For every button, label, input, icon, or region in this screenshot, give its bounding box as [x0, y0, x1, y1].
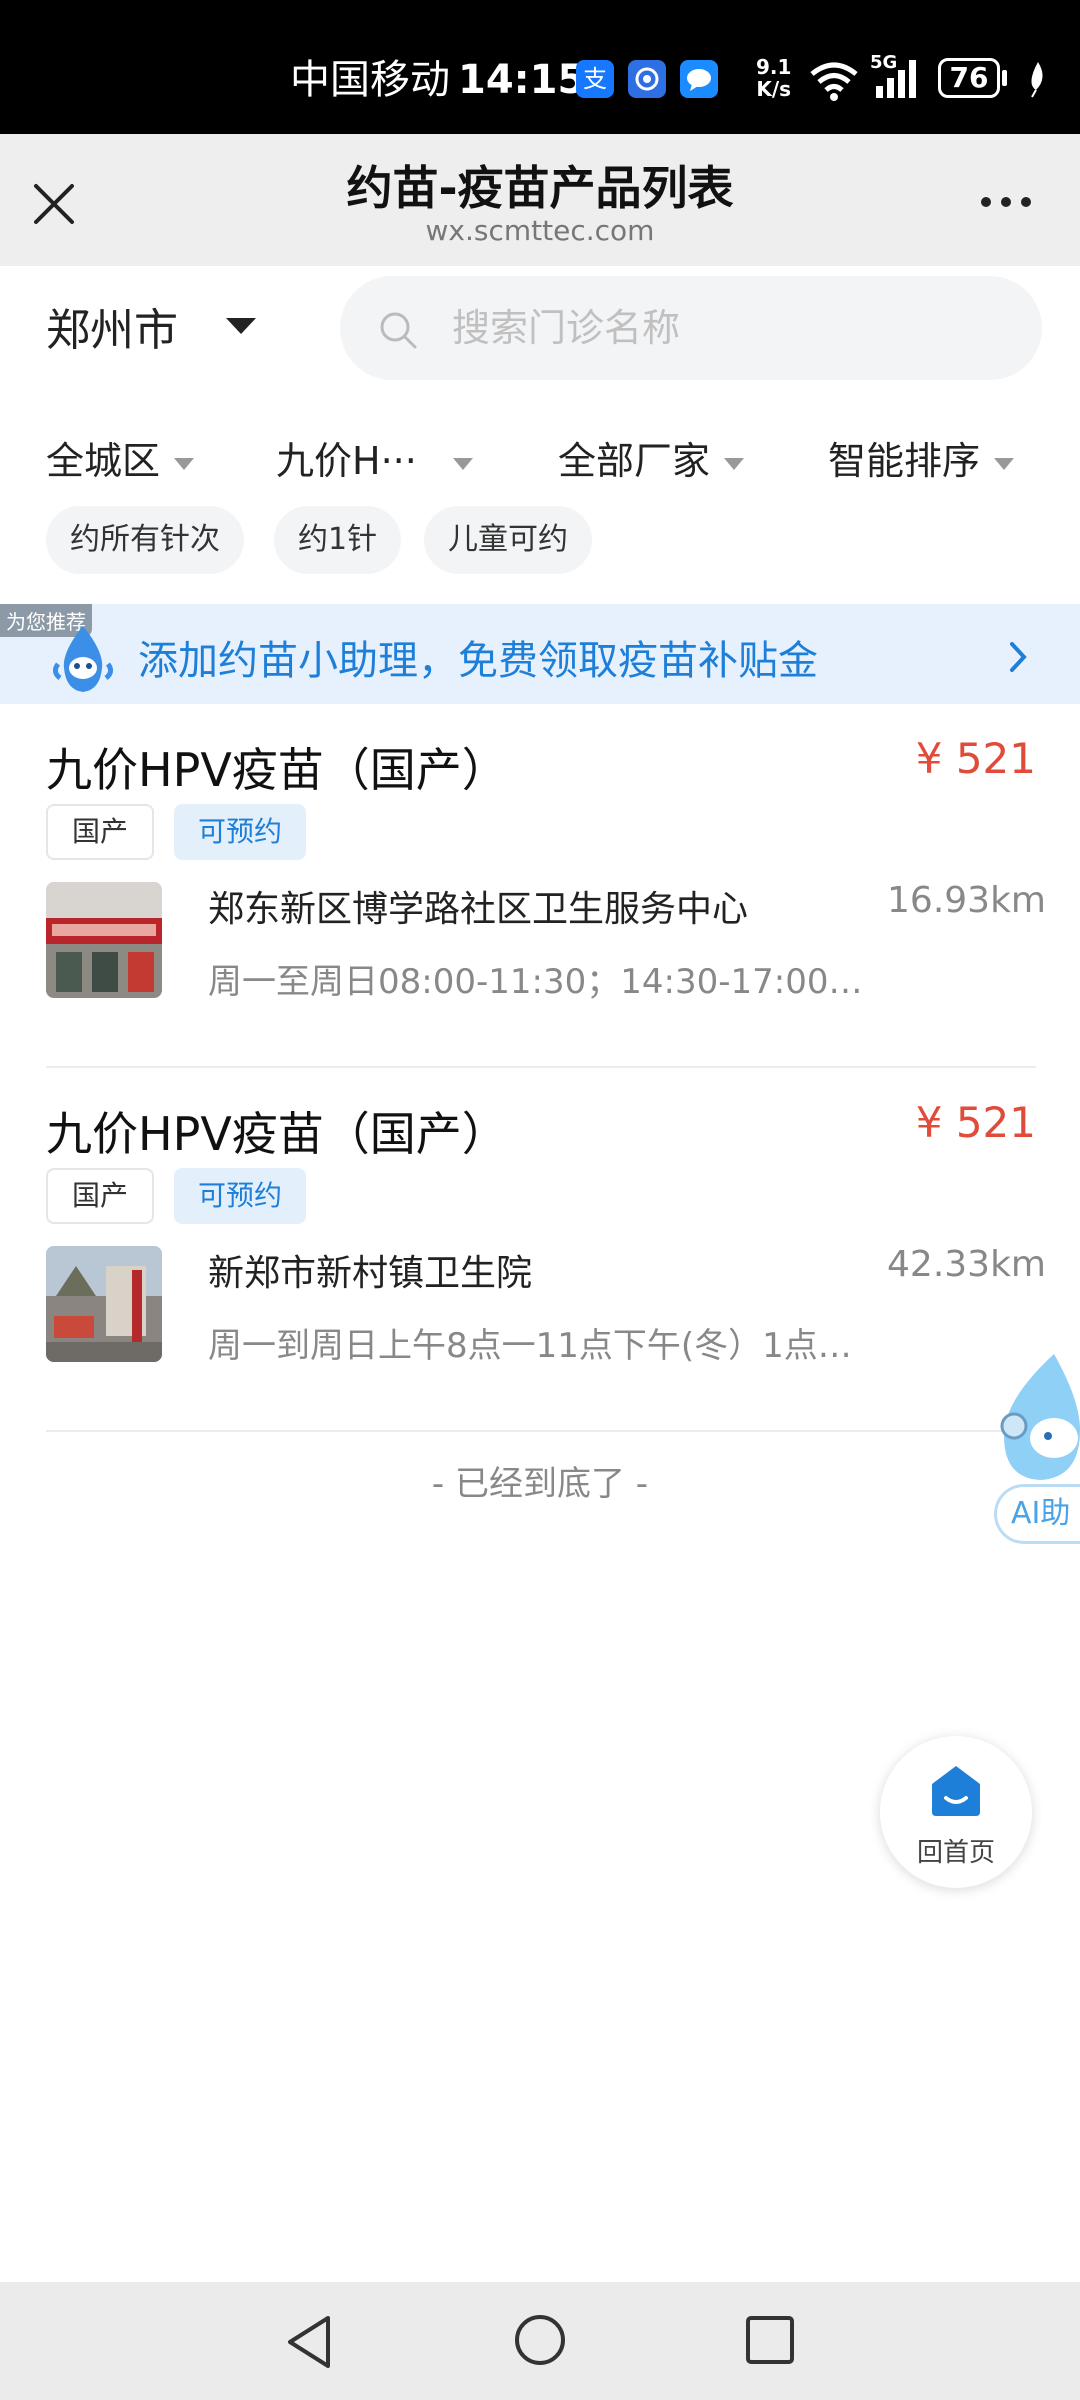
promo-banner[interactable]: 为您推荐 添加约苗小助理，免费领取疫苗补贴金	[0, 604, 1080, 704]
filter-label: 九价H···	[276, 439, 417, 483]
chevron-right-icon	[1010, 642, 1027, 672]
system-nav-bar	[0, 2282, 1080, 2400]
product-card[interactable]: 九价HPV疫苗（国产） ¥ 521 国产 可预约 新郑市新村镇卫生院 42.33…	[46, 1068, 1046, 1432]
filter-vaccine[interactable]: 九价H···	[276, 430, 473, 485]
divider	[46, 1430, 1036, 1432]
city-selector[interactable]: 郑州市	[46, 294, 178, 358]
recent-apps-icon[interactable]	[742, 2312, 798, 2368]
clinic-photo	[46, 882, 162, 998]
product-price: ¥ 521	[915, 734, 1036, 783]
battery-indicator: 76	[938, 58, 1000, 98]
clinic-distance: 16.93km	[887, 880, 1046, 921]
carrier-name: 中国移动	[290, 57, 450, 103]
product-name: 九价HPV疫苗（国产）	[46, 1107, 508, 1161]
domestic-tag: 国产	[46, 1168, 155, 1224]
clinic-distance: 42.33km	[887, 1244, 1046, 1285]
caret-down-icon	[724, 457, 745, 470]
home-label: 回首页	[916, 1838, 995, 1868]
chip-one-dose[interactable]: 约1针	[274, 506, 402, 574]
clinic-name: 郑东新区博学路社区卫生服务中心	[208, 889, 749, 930]
carrier-time: 中国移动 14:15	[290, 50, 585, 110]
ai-assistant-button[interactable]: AI助	[980, 1350, 1080, 1550]
shield-app-icon	[628, 60, 666, 98]
filter-label: 智能排序	[828, 439, 981, 483]
banner-text: 添加约苗小助理，免费领取疫苗补贴金	[138, 638, 818, 684]
product-card[interactable]: 九价HPV疫苗（国产） ¥ 521 国产 可预约 郑东新区博学路社区卫生服务中心…	[46, 704, 1046, 1068]
back-icon[interactable]	[282, 2312, 338, 2372]
domestic-tag: 国产	[46, 804, 155, 860]
search-icon	[380, 312, 417, 349]
chip-children[interactable]: 儿童可约	[424, 506, 592, 574]
caret-down-icon	[994, 457, 1015, 470]
chip-all-doses[interactable]: 约所有针次	[46, 506, 244, 574]
leaf-icon	[1031, 62, 1043, 98]
clinic-hours: 周一到周日上午8点一11点下午(冬）1点…	[208, 1326, 852, 1366]
end-of-list: - 已经到底了 -	[431, 1464, 649, 1504]
caret-down-icon	[452, 457, 473, 470]
filter-sort[interactable]: 智能排序	[828, 430, 1015, 485]
network-speed: 9.1 K/s	[756, 56, 791, 100]
net-speed-unit: K/s	[756, 77, 792, 101]
clinic-hours: 周一至周日08:00-11:30；14:30-17:00（…	[208, 962, 868, 1002]
ai-mascot-icon	[1000, 1354, 1080, 1480]
mascot-icon	[52, 626, 114, 692]
page-title: 约苗-疫苗产品列表	[346, 161, 734, 215]
filter-district[interactable]: 全城区	[46, 430, 195, 485]
title-bar: 约苗-疫苗产品列表 wx.scmttec.com	[0, 134, 1080, 266]
alipay-icon: 支	[576, 60, 614, 98]
bookable-tag: 可预约	[174, 804, 307, 860]
clinic-photo	[46, 1246, 162, 1362]
wifi-icon	[810, 62, 858, 101]
filter-manufacturer[interactable]: 全部厂家	[558, 430, 745, 485]
signal-icon: 5G	[870, 52, 926, 100]
search-input[interactable]	[452, 298, 1012, 358]
message-icon	[680, 60, 718, 98]
status-bar: 中国移动 14:15 支 9.1 K/s 5G 76	[0, 0, 1080, 134]
ai-label: AI助	[994, 1484, 1080, 1544]
product-price: ¥ 521	[915, 1098, 1036, 1147]
caret-down-icon	[174, 457, 195, 470]
page-url: wx.scmttec.com	[425, 214, 655, 247]
caret-down-icon[interactable]	[226, 318, 256, 336]
more-options-icon[interactable]	[976, 182, 1036, 222]
home-icon	[932, 1766, 980, 1816]
filter-label: 全城区	[46, 439, 161, 483]
back-to-home-button[interactable]: 回首页	[880, 1736, 1032, 1888]
clock: 14:15	[458, 57, 586, 103]
net-speed-value: 9.1	[756, 55, 792, 79]
product-name: 九价HPV疫苗（国产）	[46, 743, 508, 797]
search-bar[interactable]	[340, 276, 1042, 380]
home-circle-icon[interactable]	[512, 2312, 568, 2368]
battery-tip	[1002, 70, 1007, 86]
filter-label: 全部厂家	[558, 439, 711, 483]
clinic-name: 新郑市新村镇卫生院	[208, 1253, 533, 1294]
bookable-tag: 可预约	[174, 1168, 307, 1224]
